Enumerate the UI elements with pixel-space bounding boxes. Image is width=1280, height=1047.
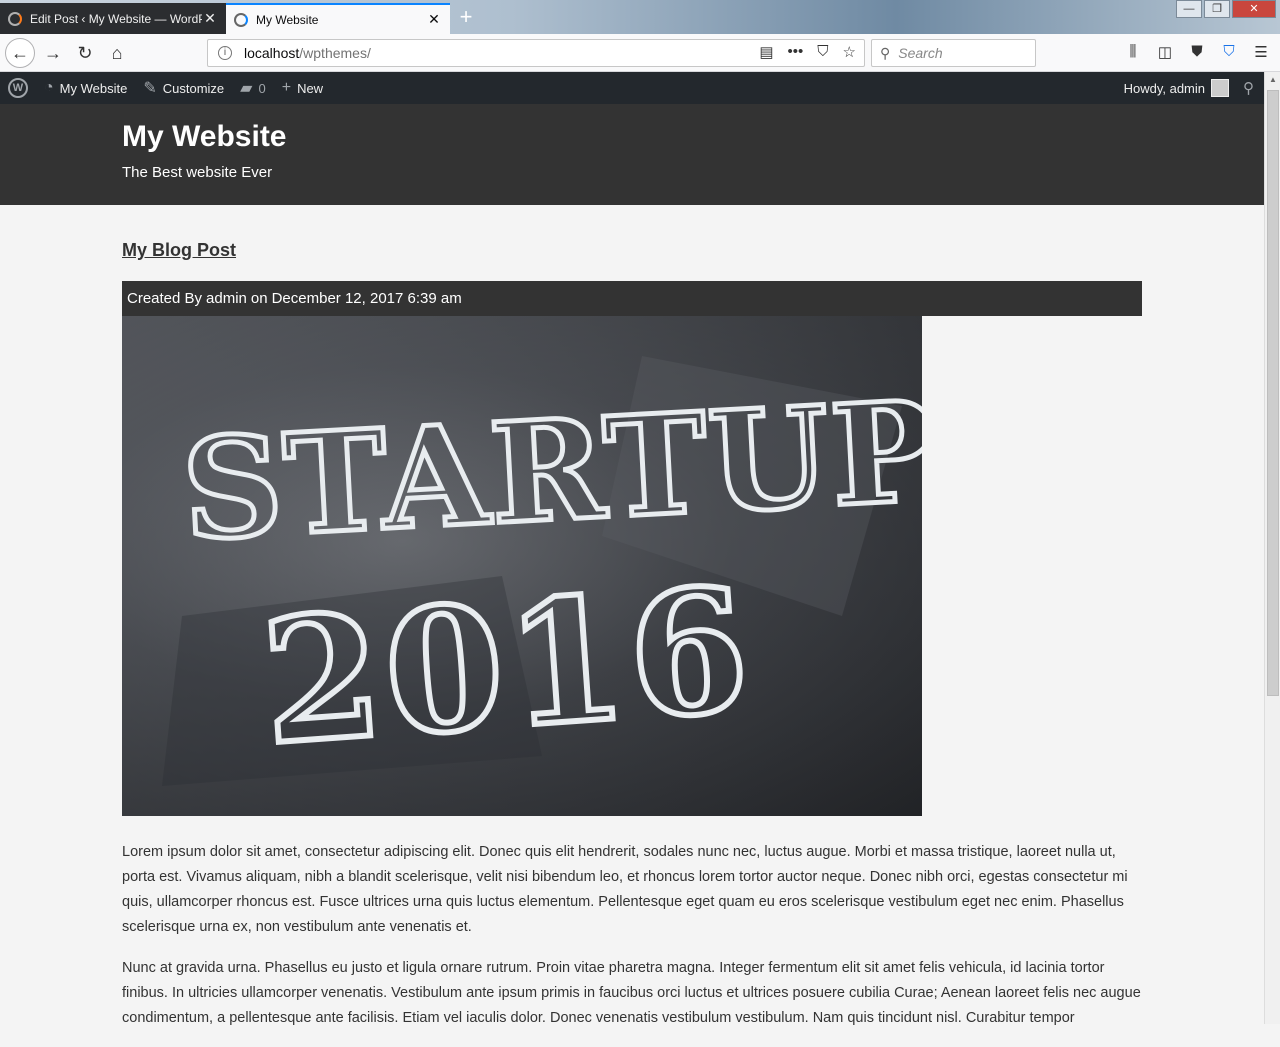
tab-close-icon[interactable]: ✕	[202, 10, 218, 27]
search-bar[interactable]: ⚲ Search	[871, 39, 1036, 67]
browser-tab-bar: Edit Post ‹ My Website — WordPress ✕ My …	[0, 0, 1280, 34]
chalkboard-image: STARTUP 2016	[122, 316, 922, 816]
wp-admin-bar: W ◔ My Website ✎ Customize ▰ 0 + New How…	[0, 72, 1264, 104]
new-content-link[interactable]: + New	[274, 72, 331, 104]
paintbrush-icon: ✎	[143, 80, 157, 97]
customize-label: Customize	[162, 80, 225, 96]
info-icon[interactable]: i	[218, 46, 232, 60]
url-path: /wpthemes/	[299, 45, 371, 61]
post-title-link[interactable]: My Blog Post	[122, 240, 236, 261]
new-tab-button[interactable]: +	[454, 4, 478, 30]
home-icon: ⌂	[111, 42, 123, 63]
library-icon[interactable]: ⫼	[1124, 43, 1142, 61]
admin-bar-right: Howdy, admin ⚲	[1116, 72, 1264, 104]
tab-close-icon[interactable]: ✕	[426, 11, 442, 28]
author-link[interactable]: admin	[206, 290, 247, 307]
comments-link[interactable]: ▰ 0	[232, 72, 274, 104]
site-name-label: My Website	[59, 80, 128, 96]
comments-count: 0	[258, 80, 266, 96]
plus-icon: +	[281, 79, 292, 96]
post-paragraph: Nunc at gravida urna. Phasellus eu justo…	[122, 960, 1141, 1026]
meta-on: on	[250, 290, 268, 307]
toolbar-icons: ⫼ ◫ ⛊ ⛉ ☰	[1124, 43, 1270, 61]
url-bar[interactable]: i localhost/wpthemes/ ▤ ••• ⛉ ☆	[207, 39, 865, 67]
loading-favicon-icon	[8, 11, 22, 26]
site-description: The Best website Ever	[122, 164, 273, 181]
shield-icon[interactable]: ⛉	[1220, 43, 1238, 61]
sidebar-icon[interactable]: ◫	[1156, 43, 1174, 61]
bookmark-star-icon[interactable]: ☆	[843, 43, 856, 61]
search-icon: ⚲	[880, 44, 891, 61]
page-scrollbar[interactable]: ▲	[1264, 72, 1280, 1024]
scroll-thumb[interactable]	[1267, 90, 1279, 696]
ublock-icon[interactable]: ⛊	[1188, 43, 1206, 61]
dashboard-icon: ◔	[44, 79, 54, 96]
new-label: New	[297, 80, 324, 96]
reload-icon: ↻	[77, 42, 93, 63]
wordpress-logo-button[interactable]: W	[0, 72, 36, 104]
forward-button[interactable]: →	[38, 38, 68, 68]
tab-edit-post[interactable]: Edit Post ‹ My Website — WordPress ✕	[0, 3, 226, 34]
comment-bubble-icon: ▰	[240, 80, 253, 97]
post-content: Lorem ipsum dolor sit amet, consectetur …	[122, 840, 1142, 1047]
pocket-icon[interactable]: ⛉	[817, 43, 828, 61]
search-placeholder: Search	[898, 45, 943, 61]
reader-view-icon[interactable]: ▤	[759, 43, 773, 61]
window-controls: — ❐ ✕	[1174, 0, 1276, 18]
site-header: My Website The Best website Ever	[0, 104, 1264, 205]
tab-my-website[interactable]: My Website ✕	[226, 3, 450, 34]
site-title[interactable]: My Website	[122, 120, 287, 154]
restore-button[interactable]: ❐	[1204, 0, 1230, 18]
navigation-toolbar: ← → ↻ ⌂ i localhost/wpthemes/ ▤ ••• ⛉ ☆ …	[0, 34, 1280, 72]
page-actions-icon[interactable]: •••	[788, 43, 804, 61]
my-account-link[interactable]: Howdy, admin	[1116, 72, 1229, 104]
url-host: localhost	[244, 45, 300, 61]
reload-button[interactable]: ↻	[70, 38, 100, 68]
post-featured-image: STARTUP 2016	[122, 316, 922, 816]
tab-title: Edit Post ‹ My Website — WordPress	[30, 11, 202, 26]
site-name-link[interactable]: ◔ My Website	[36, 72, 135, 104]
url-actions: ▤ ••• ⛉ ☆	[759, 43, 856, 61]
post-paragraph: Lorem ipsum dolor sit amet, consectetur …	[122, 844, 1128, 935]
post-date: December 12, 2017 6:39 am	[271, 290, 462, 307]
arrow-left-icon: ←	[11, 42, 29, 63]
image-text-2016: 2016	[256, 550, 758, 784]
arrow-right-icon: →	[44, 42, 62, 63]
home-button[interactable]: ⌂	[102, 38, 132, 68]
loading-favicon-icon	[234, 12, 248, 27]
search-icon[interactable]: ⚲	[1243, 79, 1254, 97]
back-button[interactable]: ←	[5, 38, 35, 68]
minimize-button[interactable]: —	[1176, 0, 1202, 18]
menu-icon[interactable]: ☰	[1252, 43, 1270, 61]
scroll-up-arrow-icon[interactable]: ▲	[1265, 72, 1280, 88]
wordpress-logo-icon: W	[8, 78, 28, 98]
avatar	[1211, 79, 1229, 97]
tab-title: My Website	[256, 12, 319, 27]
howdy-label: Howdy, admin	[1123, 80, 1205, 96]
post-meta-bar: Created By admin on December 12, 2017 6:…	[122, 281, 1142, 316]
meta-prefix: Created By	[127, 290, 203, 307]
customize-link[interactable]: ✎ Customize	[135, 72, 232, 104]
close-window-button[interactable]: ✕	[1232, 0, 1276, 18]
